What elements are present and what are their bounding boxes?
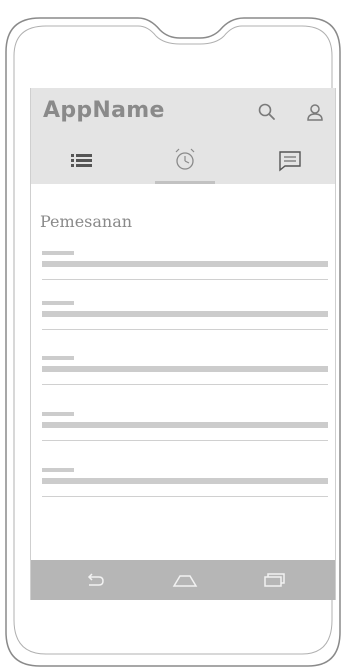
list-item-text-placeholder xyxy=(42,422,328,428)
search-button[interactable] xyxy=(255,100,279,124)
list-divider xyxy=(42,279,328,280)
app-bar: AppName xyxy=(31,88,335,184)
main-content: Pemesanan xyxy=(31,184,335,560)
list-item-title-placeholder xyxy=(42,412,74,416)
list-divider xyxy=(42,329,328,330)
recent-apps-icon xyxy=(264,573,285,587)
list-item-title-placeholder xyxy=(42,356,74,360)
back-icon xyxy=(87,573,104,586)
list-item[interactable] xyxy=(42,251,328,291)
recent-apps-button[interactable] xyxy=(259,566,287,594)
alarm-clock-icon xyxy=(175,148,195,170)
list-item-title-placeholder xyxy=(42,251,74,255)
system-nav-bar xyxy=(31,560,335,600)
list-divider xyxy=(42,440,328,441)
back-button[interactable] xyxy=(81,566,109,594)
list-item-title-placeholder xyxy=(42,301,74,305)
tab-alarm[interactable] xyxy=(145,144,225,180)
section-title: Pemesanan xyxy=(40,212,133,231)
account-button[interactable] xyxy=(303,100,327,124)
user-icon xyxy=(307,104,323,121)
chat-icon xyxy=(279,151,301,172)
search-icon xyxy=(258,103,275,120)
list-item[interactable] xyxy=(42,468,328,508)
device-screen: AppName Pemesanan xyxy=(30,88,336,600)
list-item-title-placeholder xyxy=(42,468,74,472)
list-item-text-placeholder xyxy=(42,366,328,372)
list-item[interactable] xyxy=(42,301,328,341)
list-item[interactable] xyxy=(42,412,328,452)
list-item[interactable] xyxy=(42,356,328,396)
list-item-text-placeholder xyxy=(42,261,328,267)
app-title: AppName xyxy=(43,98,165,123)
list-item-text-placeholder xyxy=(42,478,328,484)
list-divider xyxy=(42,496,328,497)
tab-list[interactable] xyxy=(45,144,125,180)
list-divider xyxy=(42,384,328,385)
tab-chat[interactable] xyxy=(249,144,329,180)
list-item-text-placeholder xyxy=(42,311,328,317)
home-button[interactable] xyxy=(171,566,199,594)
list-icon xyxy=(71,154,92,167)
home-icon xyxy=(172,575,198,587)
